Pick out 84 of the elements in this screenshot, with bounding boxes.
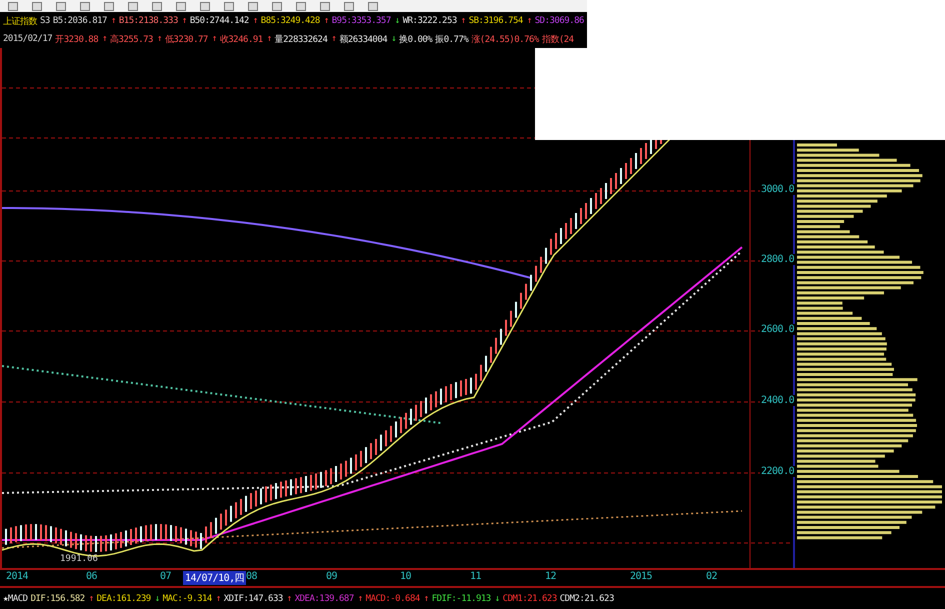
toolbar-icon[interactable] (200, 2, 210, 10)
quote-value: 振0.77% (435, 34, 468, 46)
quote-value: 换0.00% (399, 34, 432, 46)
quote-value: 指数(24 (542, 34, 574, 46)
trend-arrow: ↑ (286, 594, 292, 604)
trend-arrow: ↑ (252, 16, 258, 26)
trend-arrow: ↑ (358, 594, 363, 604)
indicator-value: XDIF:147.633 (224, 594, 283, 604)
price-axis-label: 2800.0 (760, 254, 796, 265)
quote-value: SD:3069.86 (534, 16, 584, 26)
date-axis-label: 12 (544, 571, 558, 582)
trend-arrow: ↑ (110, 16, 116, 26)
toolbar-icon[interactable] (152, 2, 162, 10)
toolbar-icon[interactable] (176, 2, 186, 10)
low-price-marker: 1991.06 (60, 554, 98, 564)
quote-value: B5:2036.817 (52, 16, 107, 26)
quote-value: WR:3222.253 (402, 16, 457, 26)
date-axis-label: 02 (705, 571, 718, 582)
price-axis-label: 2400.0 (760, 395, 796, 406)
trend-arrow: ↑ (526, 16, 532, 26)
quote-value: 高3255.73 (110, 34, 153, 46)
price-axis-label: 3000.0 (760, 184, 796, 195)
trend-arrow: ↑ (102, 34, 108, 44)
price-axis-label: 2200.0 (760, 466, 796, 477)
quote-value: 开3230.88 (55, 34, 98, 46)
date-axis-label: 11 (469, 571, 482, 582)
quote-value: S3 (40, 16, 50, 26)
date-axis-label: 2015 (629, 571, 654, 582)
trend-arrow: ↓ (494, 594, 500, 604)
indicator-value: MAC:-9.314 (162, 594, 212, 604)
quote-value: 低3230.77 (164, 34, 208, 46)
date-axis-label: 09 (325, 571, 338, 582)
quote-value: 收3246.91 (220, 34, 263, 46)
toolbar-icon[interactable] (344, 2, 354, 10)
toolbar-icon[interactable] (224, 2, 234, 10)
toolbar-icon[interactable] (80, 2, 90, 10)
trend-arrow: ↓ (391, 34, 396, 44)
date-axis-label: 10 (399, 571, 412, 582)
indicator-value: CDM2:21.623 (560, 594, 614, 604)
quote-value: B15:2138.333 (118, 16, 178, 26)
quote-value: 涨(24.55)0.76% (471, 34, 539, 46)
quote-value: B95:3353.357 (332, 16, 391, 26)
trend-arrow: ↑ (156, 34, 162, 44)
indicator-value: FDIF:-11.913 (432, 594, 491, 604)
toolbar-icon[interactable] (296, 2, 306, 10)
indicator-value: CDM1:21.623 (502, 594, 557, 604)
toolbar-icon[interactable] (272, 2, 282, 10)
toolbar-icon[interactable] (56, 2, 66, 10)
quote-value: B85:3249.428 (260, 16, 320, 26)
trend-arrow: ↑ (88, 594, 94, 604)
trend-arrow: ↓ (154, 594, 160, 604)
indicator-value: DIF:156.582 (30, 594, 85, 604)
trend-arrow: ↓ (394, 16, 400, 26)
toolbar-icon[interactable] (248, 2, 258, 10)
toolbar-icon[interactable] (104, 2, 114, 10)
indicator-value: DEA:161.239 (96, 594, 151, 604)
date-axis-label: 06 (85, 571, 98, 582)
trend-arrow: ↑ (331, 34, 336, 44)
trend-arrow: ↑ (424, 594, 429, 604)
date-axis-label: 2014 (5, 571, 30, 582)
toolbar-icon[interactable] (320, 2, 330, 10)
quote-value: 上证指数 (3, 16, 37, 28)
trend-arrow: ↑ (460, 16, 466, 26)
date-axis-label: 08 (245, 571, 258, 582)
toolbar-icon[interactable] (8, 2, 18, 10)
indicator-value: XDEA:139.687 (294, 594, 354, 604)
indicator-value: ★MACD (3, 594, 28, 604)
trend-arrow: ↑ (266, 34, 272, 44)
quote-value: 量228332624 (274, 34, 328, 46)
quote-value: SB:3196.754 (468, 16, 523, 26)
toolbar-icon[interactable] (368, 2, 378, 10)
trend-arrow: ↑ (216, 594, 221, 604)
indicator-value: MACD:-0.684 (366, 594, 420, 604)
price-axis-label: 2600.0 (760, 324, 796, 335)
date-axis-label: 14/07/10,四 (183, 571, 246, 585)
toolbar-icon[interactable] (128, 2, 138, 10)
quote-value: 2015/02/17 (3, 34, 52, 44)
trend-arrow: ↑ (212, 34, 217, 44)
trend-arrow: ↑ (182, 16, 187, 26)
toolbar-icon[interactable] (32, 2, 42, 10)
trend-arrow: ↑ (324, 16, 329, 26)
date-axis-label: 07 (159, 571, 172, 582)
quote-value: B50:2744.142 (190, 16, 249, 26)
quote-value: 额26334004 (339, 34, 388, 46)
